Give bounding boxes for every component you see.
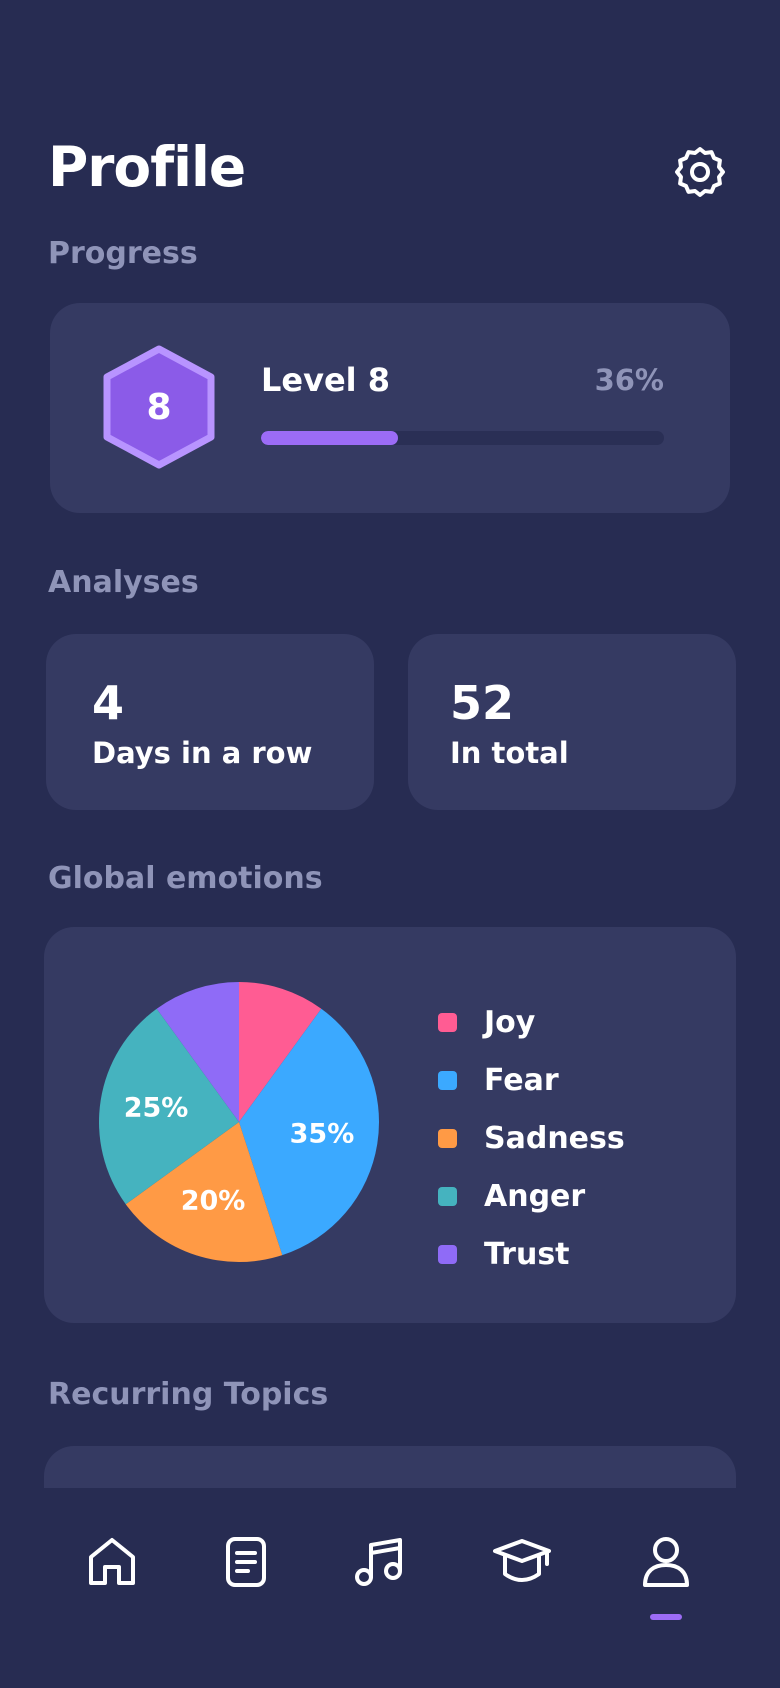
level-label: Level 8	[261, 361, 391, 399]
pie-label-fear: 35%	[290, 1119, 355, 1150]
pie-label-anger: 25%	[124, 1092, 189, 1123]
total-card[interactable]: 52 In total	[408, 634, 736, 810]
total-value: 52	[450, 676, 515, 730]
bottom-nav	[0, 1488, 780, 1688]
analyses-section-label: Analyses	[48, 565, 199, 600]
active-tab-indicator	[650, 1614, 682, 1620]
emotions-card: 35% 20% 25% Joy Fear Sadness Anger Trust	[44, 927, 736, 1323]
emotions-section-label: Global emotions	[48, 861, 323, 896]
level-card[interactable]: 8 Level 8 36%	[50, 303, 730, 513]
streak-card[interactable]: 4 Days in a row	[46, 634, 374, 810]
legend-swatch-anger	[438, 1186, 457, 1206]
legend-item-sadness: Sadness	[438, 1109, 625, 1167]
level-progress-fill	[261, 431, 399, 445]
legend-item-joy: Joy	[438, 993, 625, 1051]
streak-label: Days in a row	[92, 736, 313, 770]
total-label: In total	[450, 736, 569, 770]
pie-label-sadness: 20%	[181, 1185, 246, 1216]
nav-learn[interactable]	[490, 1530, 554, 1594]
nav-home[interactable]	[80, 1530, 144, 1594]
legend-swatch-fear	[438, 1070, 457, 1090]
level-percent: 36%	[594, 363, 664, 397]
home-icon	[89, 1538, 135, 1585]
music-icon	[355, 1538, 402, 1586]
legend-label-anger: Anger	[484, 1178, 586, 1214]
nav-journal[interactable]	[214, 1530, 278, 1594]
level-progress-bar	[261, 431, 664, 445]
nav-profile[interactable]	[634, 1530, 698, 1594]
legend-item-fear: Fear	[438, 1051, 625, 1109]
journal-icon	[226, 1537, 266, 1587]
legend-swatch-sadness	[438, 1128, 457, 1148]
profile-icon	[643, 1537, 689, 1587]
recurring-section-label: Recurring Topics	[48, 1377, 329, 1412]
legend-label-sadness: Sadness	[484, 1120, 625, 1156]
gear-icon	[675, 147, 725, 197]
nav-music[interactable]	[348, 1530, 412, 1594]
legend-swatch-trust	[438, 1244, 457, 1264]
legend-label-fear: Fear	[484, 1062, 559, 1098]
legend-label-joy: Joy	[484, 1004, 536, 1040]
legend-swatch-joy	[438, 1012, 457, 1032]
emotions-legend: Joy Fear Sadness Anger Trust	[438, 993, 625, 1283]
settings-button[interactable]	[672, 144, 728, 200]
level-badge-number: 8	[146, 386, 172, 428]
legend-item-trust: Trust	[438, 1225, 625, 1283]
progress-section-label: Progress	[48, 236, 198, 271]
legend-label-trust: Trust	[484, 1236, 570, 1272]
legend-item-anger: Anger	[438, 1167, 625, 1225]
streak-value: 4	[92, 676, 125, 730]
graduation-cap-icon	[493, 1539, 551, 1582]
emotions-pie-chart: 35% 20% 25%	[98, 982, 380, 1262]
page-title: Profile	[48, 135, 246, 199]
